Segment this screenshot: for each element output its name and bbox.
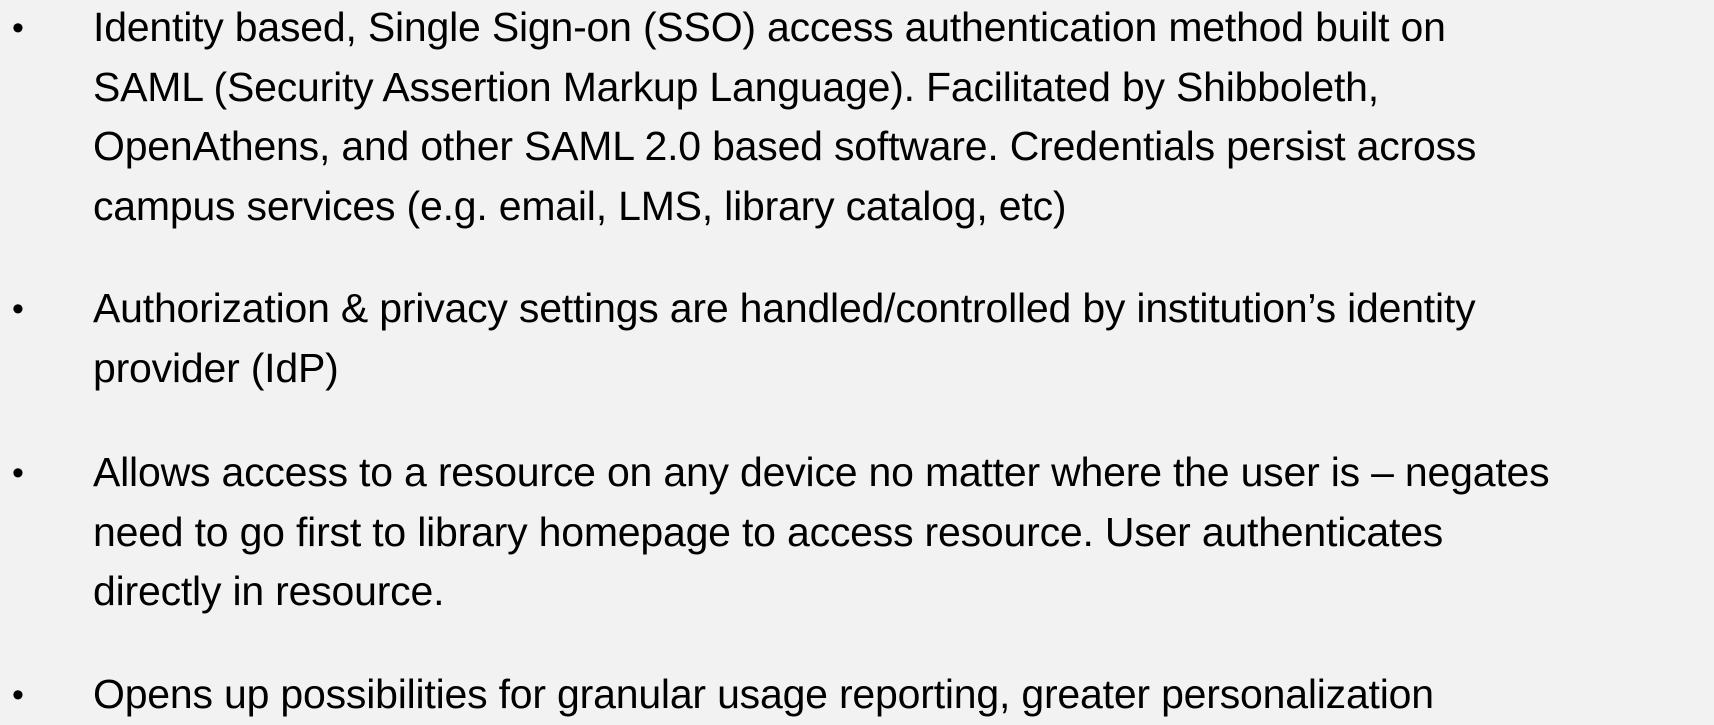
bullet-text: Authorization & privacy settings are han… xyxy=(93,279,1708,398)
bullet-text: Opens up possibilities for granular usag… xyxy=(93,665,1708,725)
bullet-icon: • xyxy=(12,290,24,328)
slide: • Identity based, Single Sign-on (SSO) a… xyxy=(0,0,1714,717)
bullet-line: Identity based, Single Sign-on (SSO) acc… xyxy=(93,4,1446,50)
bullet-line: SAML (Security Assertion Markup Language… xyxy=(93,63,1379,110)
bullet-text: Identity based, Single Sign-on (SSO) acc… xyxy=(93,0,1708,236)
bullet-line: OpenAthens, and other SAML 2.0 based sof… xyxy=(93,123,1477,169)
bullet-icon: • xyxy=(12,454,24,492)
bullet-text: Allows access to a resource on any devic… xyxy=(93,443,1708,622)
bullet-icon: • xyxy=(12,9,24,47)
bullet-icon: • xyxy=(12,676,24,714)
bullet-line: directly in resource. xyxy=(93,568,445,614)
bullet-line: Allows access to a resource on any devic… xyxy=(93,449,1550,495)
bullet-line: provider (IdP) xyxy=(93,344,339,391)
bullet-line: Opens up possibilities for granular usag… xyxy=(93,671,1434,717)
bullet-line: need to go first to library homepage to … xyxy=(93,508,1444,555)
bullet-line: Authorization & privacy settings are han… xyxy=(93,285,1476,331)
bullet-line: campus services (e.g. email, LMS, librar… xyxy=(93,182,1067,229)
